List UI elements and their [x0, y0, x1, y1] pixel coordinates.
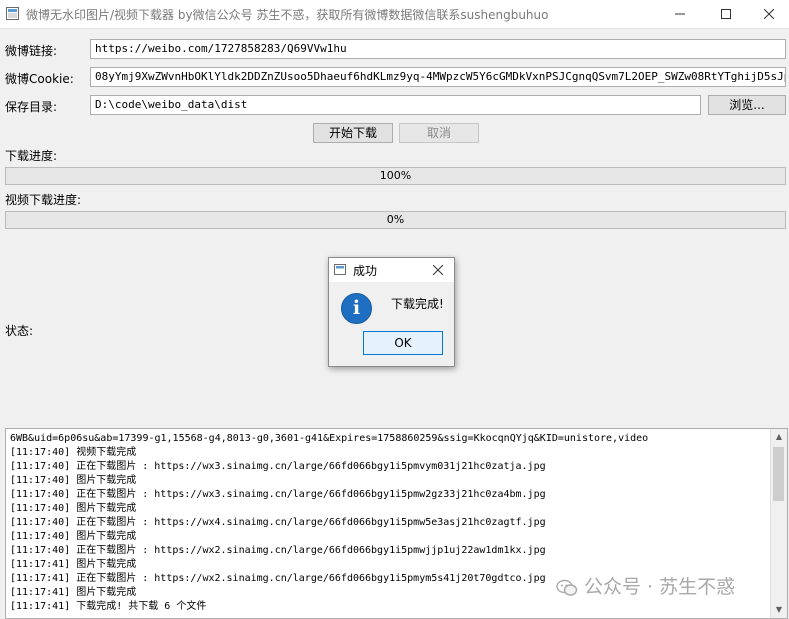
scroll-up-icon[interactable]: ▲ — [771, 429, 787, 445]
wechat-watermark: 公众号 · 苏生不惑 — [556, 572, 735, 599]
window-title: 微博无水印图片/视频下载器 by微信公众号 苏生不惑，获取所有微博数据微信联系s… — [26, 8, 549, 22]
close-icon — [763, 8, 775, 20]
close-button[interactable] — [746, 0, 789, 28]
video-progress-bar: 0% — [5, 211, 786, 229]
log-line: [11:17:40] 视频下载完成 — [10, 447, 137, 458]
video-progress-label: 视频下载进度: — [5, 193, 82, 207]
minimize-button[interactable] — [657, 0, 703, 28]
wechat-icon — [556, 579, 578, 596]
info-icon: i — [341, 293, 372, 324]
log-line: 6WB&uid=6p06su&ab=17399-g1,15568-g4,8013… — [10, 433, 649, 444]
log-line: [11:17:41] 图片下载完成 — [10, 559, 137, 570]
log-line: [11:17:40] 正在下载图片 : https://wx3.sinaimg.… — [10, 489, 546, 500]
scroll-thumb[interactable] — [773, 447, 784, 501]
video-progress-text: 0% — [386, 213, 405, 226]
ok-button[interactable]: OK — [363, 331, 443, 355]
status-label: 状态: — [5, 324, 34, 338]
close-icon — [432, 264, 444, 276]
dialog-app-icon — [334, 264, 346, 275]
log-line: [11:17:40] 正在下载图片 : https://wx2.sinaimg.… — [10, 545, 546, 556]
cookie-label: 微博Cookie: — [5, 72, 74, 86]
minimize-icon — [675, 13, 685, 15]
cancel-button[interactable]: 取消 — [399, 123, 479, 143]
link-label: 微博链接: — [5, 44, 58, 58]
dialog-close-button[interactable] — [432, 260, 444, 279]
browse-button[interactable]: 浏览... — [708, 95, 786, 115]
log-line: [11:17:40] 正在下载图片 : https://wx3.sinaimg.… — [10, 461, 546, 472]
dialog-title: 成功 — [353, 264, 378, 278]
log-line: [11:17:40] 图片下载完成 — [10, 503, 137, 514]
start-download-button[interactable]: 开始下载 — [313, 123, 393, 143]
scroll-down-icon[interactable]: ▼ — [771, 602, 787, 618]
maximize-icon — [721, 9, 731, 19]
dialog-title-bar: 成功 — [329, 258, 454, 282]
download-progress-text: 100% — [379, 169, 412, 182]
log-line: [11:17:40] 图片下载完成 — [10, 475, 137, 486]
cookie-input[interactable]: 08yYmj9XwZWvnHbOKlYldk2DDZnZUsoo5Dhaeuf6… — [90, 67, 786, 87]
app-icon — [6, 7, 19, 20]
log-line: [11:17:40] 正在下载图片 : https://wx4.sinaimg.… — [10, 517, 546, 528]
download-progress-bar: 100% — [5, 167, 786, 185]
download-progress-label: 下载进度: — [5, 149, 58, 163]
dialog-message: 下载完成! — [391, 297, 444, 311]
log-line: [11:17:41] 下载完成! 共下载 6 个文件 — [10, 601, 207, 612]
watermark-text: 公众号 · 苏生不惑 — [584, 576, 736, 598]
log-line: [11:17:40] 图片下载完成 — [10, 531, 137, 542]
save-dir-input[interactable]: D:\code\weibo_data\dist — [90, 95, 701, 115]
maximize-button[interactable] — [703, 0, 749, 28]
title-bar: 微博无水印图片/视频下载器 by微信公众号 苏生不惑，获取所有微博数据微信联系s… — [0, 0, 789, 29]
link-input[interactable]: https://weibo.com/1727858283/Q69VVw1hu — [90, 39, 786, 59]
save-dir-label: 保存目录: — [5, 100, 58, 114]
success-dialog: 成功 i 下载完成! OK — [328, 257, 455, 367]
log-scrollbar[interactable]: ▲ ▼ — [770, 429, 787, 618]
